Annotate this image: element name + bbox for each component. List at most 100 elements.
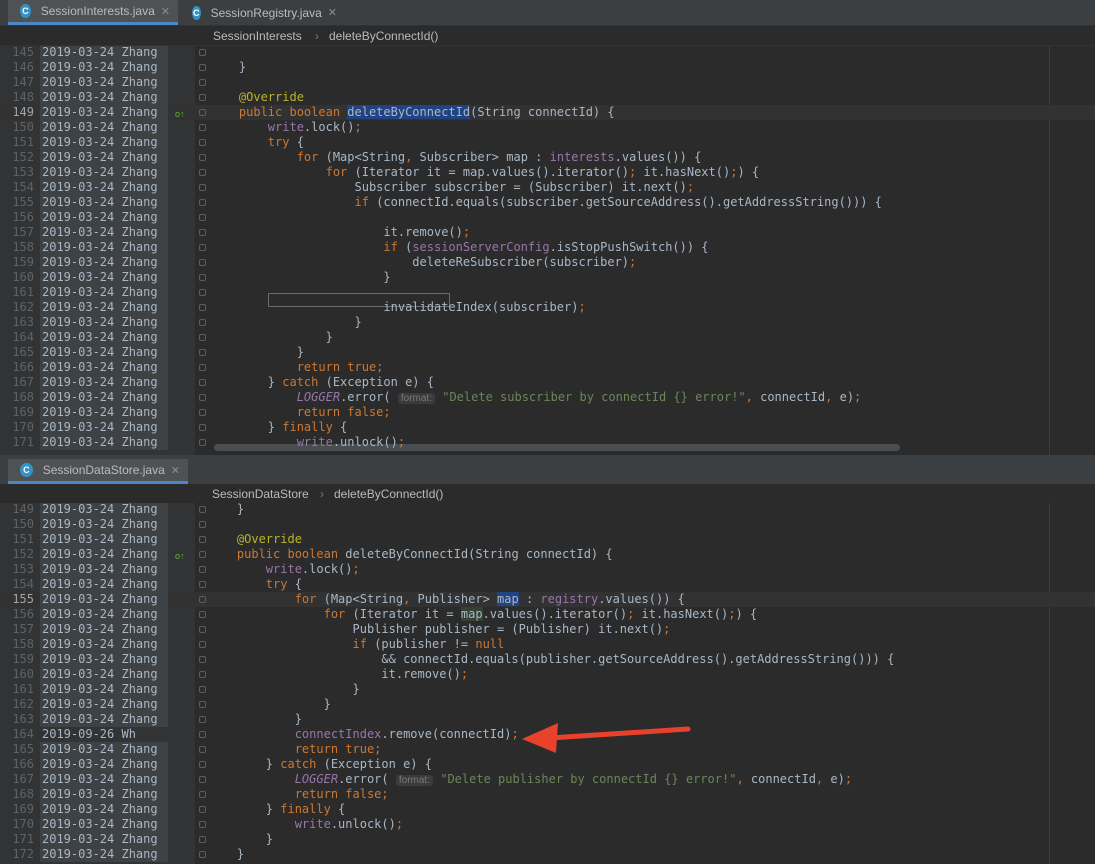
code-line[interactable]: 150 2019-03-24 Zhang write.lock(); <box>0 120 1095 135</box>
git-blame-annotation[interactable]: 2019-03-24 Zhang <box>40 787 168 802</box>
fold-marker-icon[interactable] <box>199 139 206 146</box>
code-line[interactable]: 154 2019-03-24 Zhang Subscriber subscribe… <box>0 180 1095 195</box>
git-blame-annotation[interactable]: 2019-03-24 Zhang <box>40 667 168 682</box>
code-line[interactable]: 159 2019-03-24 Zhang && connectId.equals(… <box>0 652 1095 667</box>
fold-marker-icon[interactable] <box>199 379 206 386</box>
fold-marker-icon[interactable] <box>199 596 206 603</box>
code-line[interactable]: 155 2019-03-24 Zhang for (Map<String, Pub… <box>0 592 1095 607</box>
git-blame-annotation[interactable]: 2019-03-24 Zhang <box>40 503 168 517</box>
code-line[interactable]: 169 2019-03-24 Zhang } finally { <box>0 802 1095 817</box>
code-line[interactable]: 155 2019-03-24 Zhang if (connectId.equals… <box>0 195 1095 210</box>
fold-marker-icon[interactable] <box>199 536 206 543</box>
git-blame-annotation[interactable]: 2019-03-24 Zhang <box>40 270 168 285</box>
code-line[interactable]: 148 2019-03-24 Zhang @Override <box>0 90 1095 105</box>
fold-marker-icon[interactable] <box>199 551 206 558</box>
top-code-editor[interactable]: 145 2019-03-24 Zhang 146 2019-03-24 Zhang }… <box>0 46 1095 458</box>
fold-marker-icon[interactable] <box>199 611 206 618</box>
git-blame-annotation[interactable]: 2019-03-24 Zhang <box>40 300 168 315</box>
fold-marker-icon[interactable] <box>199 521 206 528</box>
fold-marker-icon[interactable] <box>199 349 206 356</box>
git-blame-annotation[interactable]: 2019-03-24 Zhang <box>40 135 168 150</box>
git-blame-annotation[interactable]: 2019-03-24 Zhang <box>40 120 168 135</box>
code-line[interactable]: 158 2019-03-24 Zhang if (publisher != nul… <box>0 637 1095 652</box>
fold-marker-icon[interactable] <box>199 79 206 86</box>
git-blame-annotation[interactable]: 2019-03-24 Zhang <box>40 757 168 772</box>
fold-marker-icon[interactable] <box>199 716 206 723</box>
code-line[interactable]: 166 2019-03-24 Zhang return true; <box>0 360 1095 375</box>
fold-marker-icon[interactable] <box>199 806 206 813</box>
fold-marker-icon[interactable] <box>199 581 206 588</box>
code-line[interactable]: 165 2019-03-24 Zhang } <box>0 345 1095 360</box>
fold-marker-icon[interactable] <box>199 64 206 71</box>
fold-marker-icon[interactable] <box>199 289 206 296</box>
git-blame-annotation[interactable]: 2019-03-24 Zhang <box>40 592 168 607</box>
fold-marker-icon[interactable] <box>199 49 206 56</box>
code-line[interactable]: 163 2019-03-24 Zhang } <box>0 315 1095 330</box>
git-blame-annotation[interactable]: 2019-03-24 Zhang <box>40 60 168 75</box>
fold-marker-icon[interactable] <box>199 319 206 326</box>
git-blame-annotation[interactable]: 2019-03-24 Zhang <box>40 562 168 577</box>
fold-marker-icon[interactable] <box>199 746 206 753</box>
code-line[interactable]: 170 2019-03-24 Zhang } finally { <box>0 420 1095 435</box>
code-line[interactable]: 162 2019-03-24 Zhang invalidateIndex(subs… <box>0 300 1095 315</box>
git-blame-annotation[interactable]: 2019-03-24 Zhang <box>40 210 168 225</box>
fold-marker-icon[interactable] <box>199 409 206 416</box>
git-blame-annotation[interactable]: 2019-09-26 Wh <box>40 727 168 742</box>
git-blame-annotation[interactable]: 2019-03-24 Zhang <box>40 832 168 847</box>
breadcrumb-method[interactable]: deleteByConnectId() <box>334 487 443 501</box>
git-blame-annotation[interactable]: 2019-03-24 Zhang <box>40 847 168 862</box>
tab-session-interests[interactable]: C SessionInterests.java ✕ <box>8 0 178 25</box>
fold-marker-icon[interactable] <box>199 821 206 828</box>
fold-marker-icon[interactable] <box>199 851 206 858</box>
git-blame-annotation[interactable]: 2019-03-24 Zhang <box>40 817 168 832</box>
git-blame-annotation[interactable]: 2019-03-24 Zhang <box>40 150 168 165</box>
code-line[interactable]: 167 2019-03-24 Zhang LOGGER.error( format… <box>0 772 1095 787</box>
git-blame-annotation[interactable]: 2019-03-24 Zhang <box>40 577 168 592</box>
fold-marker-icon[interactable] <box>199 761 206 768</box>
code-line[interactable]: 169 2019-03-24 Zhang return false; <box>0 405 1095 420</box>
git-blame-annotation[interactable]: 2019-03-24 Zhang <box>40 375 168 390</box>
code-line[interactable]: 149 2019-03-24 Zhang o↑ public boolean del… <box>0 105 1095 120</box>
code-line[interactable]: 151 2019-03-24 Zhang @Override <box>0 532 1095 547</box>
git-blame-annotation[interactable]: 2019-03-24 Zhang <box>40 772 168 787</box>
git-blame-annotation[interactable]: 2019-03-24 Zhang <box>40 532 168 547</box>
fold-marker-icon[interactable] <box>199 244 206 251</box>
git-blame-annotation[interactable]: 2019-03-24 Zhang <box>40 165 168 180</box>
fold-marker-icon[interactable] <box>199 439 206 446</box>
git-blame-annotation[interactable]: 2019-03-24 Zhang <box>40 390 168 405</box>
close-icon[interactable]: ✕ <box>171 464 180 477</box>
fold-marker-icon[interactable] <box>199 154 206 161</box>
code-line[interactable]: 152 2019-03-24 Zhang for (Map<String, Sub… <box>0 150 1095 165</box>
code-line[interactable]: 167 2019-03-24 Zhang } catch (Exception e… <box>0 375 1095 390</box>
fold-marker-icon[interactable] <box>199 641 206 648</box>
fold-marker-icon[interactable] <box>199 184 206 191</box>
bottom-code-editor[interactable]: 149 2019-03-24 Zhang } 150 2019-03-24 Zhang… <box>0 503 1095 864</box>
git-blame-annotation[interactable]: 2019-03-24 Zhang <box>40 742 168 757</box>
git-blame-annotation[interactable]: 2019-03-24 Zhang <box>40 75 168 90</box>
git-blame-annotation[interactable]: 2019-03-24 Zhang <box>40 682 168 697</box>
git-blame-annotation[interactable]: 2019-03-24 Zhang <box>40 405 168 420</box>
code-line[interactable]: 156 2019-03-24 Zhang <box>0 210 1095 225</box>
fold-marker-icon[interactable] <box>199 506 206 513</box>
fold-marker-icon[interactable] <box>199 791 206 798</box>
fold-marker-icon[interactable] <box>199 394 206 401</box>
code-line[interactable]: 157 2019-03-24 Zhang Publisher publisher … <box>0 622 1095 637</box>
code-line[interactable]: 157 2019-03-24 Zhang it.remove(); <box>0 225 1095 240</box>
fold-marker-icon[interactable] <box>199 671 206 678</box>
fold-marker-icon[interactable] <box>199 776 206 783</box>
code-line[interactable]: 151 2019-03-24 Zhang try { <box>0 135 1095 150</box>
git-blame-annotation[interactable]: 2019-03-24 Zhang <box>40 285 168 300</box>
git-blame-annotation[interactable]: 2019-03-24 Zhang <box>40 547 168 562</box>
git-blame-annotation[interactable]: 2019-03-24 Zhang <box>40 420 168 435</box>
git-blame-annotation[interactable]: 2019-03-24 Zhang <box>40 652 168 667</box>
fold-marker-icon[interactable] <box>199 109 206 116</box>
code-line[interactable]: 166 2019-03-24 Zhang } catch (Exception e… <box>0 757 1095 772</box>
fold-marker-icon[interactable] <box>199 731 206 738</box>
code-line[interactable]: 146 2019-03-24 Zhang } <box>0 60 1095 75</box>
code-line[interactable]: 170 2019-03-24 Zhang write.unlock(); <box>0 817 1095 832</box>
git-blame-annotation[interactable]: 2019-03-24 Zhang <box>40 360 168 375</box>
fold-marker-icon[interactable] <box>199 836 206 843</box>
git-blame-annotation[interactable]: 2019-03-24 Zhang <box>40 435 168 450</box>
git-blame-annotation[interactable]: 2019-03-24 Zhang <box>40 697 168 712</box>
fold-marker-icon[interactable] <box>199 304 206 311</box>
